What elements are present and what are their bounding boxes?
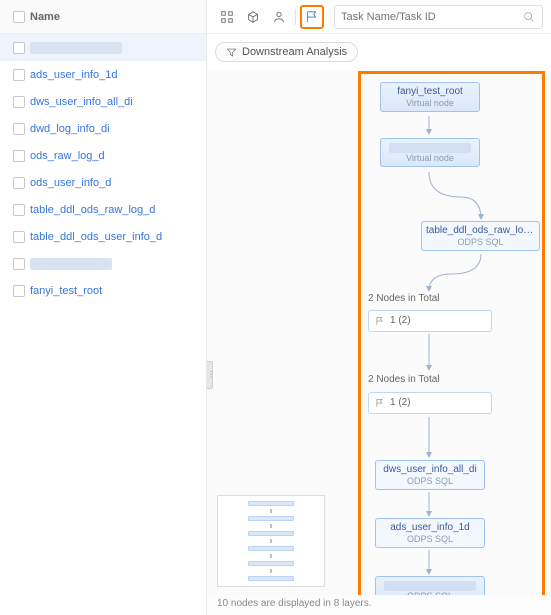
row-checkbox[interactable] [13,204,25,216]
list-item[interactable] [0,34,206,61]
grid-view-button[interactable] [215,5,239,29]
status-bar: 10 nodes are displayed in 8 layers. [207,595,551,615]
node-title: table_ddl_ods_raw_log_d [422,222,539,237]
search-icon [522,10,536,24]
row-checkbox[interactable] [13,258,25,270]
dag-node-ads-user-info-1d[interactable]: ads_user_info_1d ODPS SQL [375,518,485,548]
row-checkbox[interactable] [13,96,25,108]
node-subtitle: ODPS SQL [376,534,484,547]
flag-view-button[interactable] [300,5,324,29]
grid-icon [220,10,234,24]
name-column-header: Name [30,11,60,23]
group-2-label: 2 Nodes in Total [368,374,440,385]
list-item[interactable]: fanyi_test_root [0,277,206,304]
main-panel: Downstream Analysis ⋮⋮ fanyi_test_root [207,0,551,615]
list-item[interactable]: ads_user_info_1d [0,61,206,88]
flag-small-icon [375,316,385,326]
group-2-count: 1 (2) [390,397,411,408]
row-checkbox[interactable] [13,42,25,54]
analysis-bar: Downstream Analysis [207,34,551,71]
node-title [389,143,471,153]
list-item[interactable]: ods_user_info_d [0,169,206,196]
panel-resize-handle[interactable]: ⋮⋮ [207,361,213,389]
dag-node-table-ddl-ods-raw-log-d[interactable]: table_ddl_ods_raw_log_d ODPS SQL [421,221,540,251]
list-item-label[interactable] [30,42,122,54]
list-item-label[interactable] [30,258,112,270]
group-1-count: 1 (2) [390,315,411,326]
cube-icon [246,10,260,24]
filter-icon [226,47,237,58]
row-checkbox[interactable] [13,285,25,297]
row-checkbox[interactable] [13,150,25,162]
search-input[interactable] [341,11,522,23]
list-item-label[interactable]: table_ddl_ods_raw_log_d [30,204,155,216]
node-title: ads_user_info_1d [376,519,484,534]
node-title: fanyi_test_root [381,83,479,98]
list-item-label[interactable]: ads_user_info_1d [30,69,117,81]
group-1-box[interactable]: 1 (2) [368,310,492,332]
user-icon [272,10,286,24]
dag-highlight-region: fanyi_test_root Virtual node Virtual nod… [361,74,542,615]
row-checkbox[interactable] [13,69,25,81]
toolbar [207,0,551,34]
node-title [384,581,476,591]
cube-view-button[interactable] [241,5,265,29]
list-item[interactable]: table_ddl_ods_raw_log_d [0,196,206,223]
row-checkbox[interactable] [13,177,25,189]
group-2-box[interactable]: 1 (2) [368,392,492,414]
list-item-label[interactable]: dwd_log_info_di [30,123,110,135]
list-header: Name [0,0,206,34]
dag-node-obscured-1[interactable]: Virtual node [380,138,480,167]
list-item[interactable]: dws_user_info_all_di [0,88,206,115]
list-item-label[interactable]: ods_raw_log_d [30,150,105,162]
list-item-label[interactable]: fanyi_test_root [30,285,102,297]
select-all-checkbox[interactable] [13,11,25,23]
node-title: dws_user_info_all_di [376,461,484,476]
minimap[interactable] [217,495,325,587]
task-list: ads_user_info_1d dws_user_info_all_di dwd_… [0,34,206,304]
dag-node-dws-user-info-all-di[interactable]: dws_user_info_all_di ODPS SQL [375,460,485,490]
list-item[interactable]: ods_raw_log_d [0,142,206,169]
toolbar-divider [295,9,296,25]
flag-small-icon [375,398,385,408]
list-item-label[interactable]: dws_user_info_all_di [30,96,133,108]
downstream-analysis-button[interactable]: Downstream Analysis [215,42,358,62]
sidebar: Name ads_user_info_1d dws_user_info_all_d… [0,0,207,615]
list-item-label[interactable]: ods_user_info_d [30,177,111,189]
list-item[interactable]: table_ddl_ods_user_info_d [0,223,206,250]
search-box[interactable] [334,5,543,29]
list-item[interactable] [0,250,206,277]
node-subtitle: ODPS SQL [422,237,539,250]
list-item[interactable]: dwd_log_info_di [0,115,206,142]
user-view-button[interactable] [267,5,291,29]
node-subtitle: ODPS SQL [376,476,484,489]
dag-node-fanyi-test-root[interactable]: fanyi_test_root Virtual node [380,82,480,112]
node-subtitle: Virtual node [381,98,479,111]
flag-icon [305,10,319,24]
list-item-label[interactable]: table_ddl_ods_user_info_d [30,231,162,243]
row-checkbox[interactable] [13,123,25,135]
group-1-label: 2 Nodes in Total [368,293,440,304]
downstream-analysis-label: Downstream Analysis [242,46,347,58]
node-subtitle: Virtual node [381,153,479,166]
dag-canvas[interactable]: ⋮⋮ fanyi_test_root Virtual node [207,71,551,615]
row-checkbox[interactable] [13,231,25,243]
